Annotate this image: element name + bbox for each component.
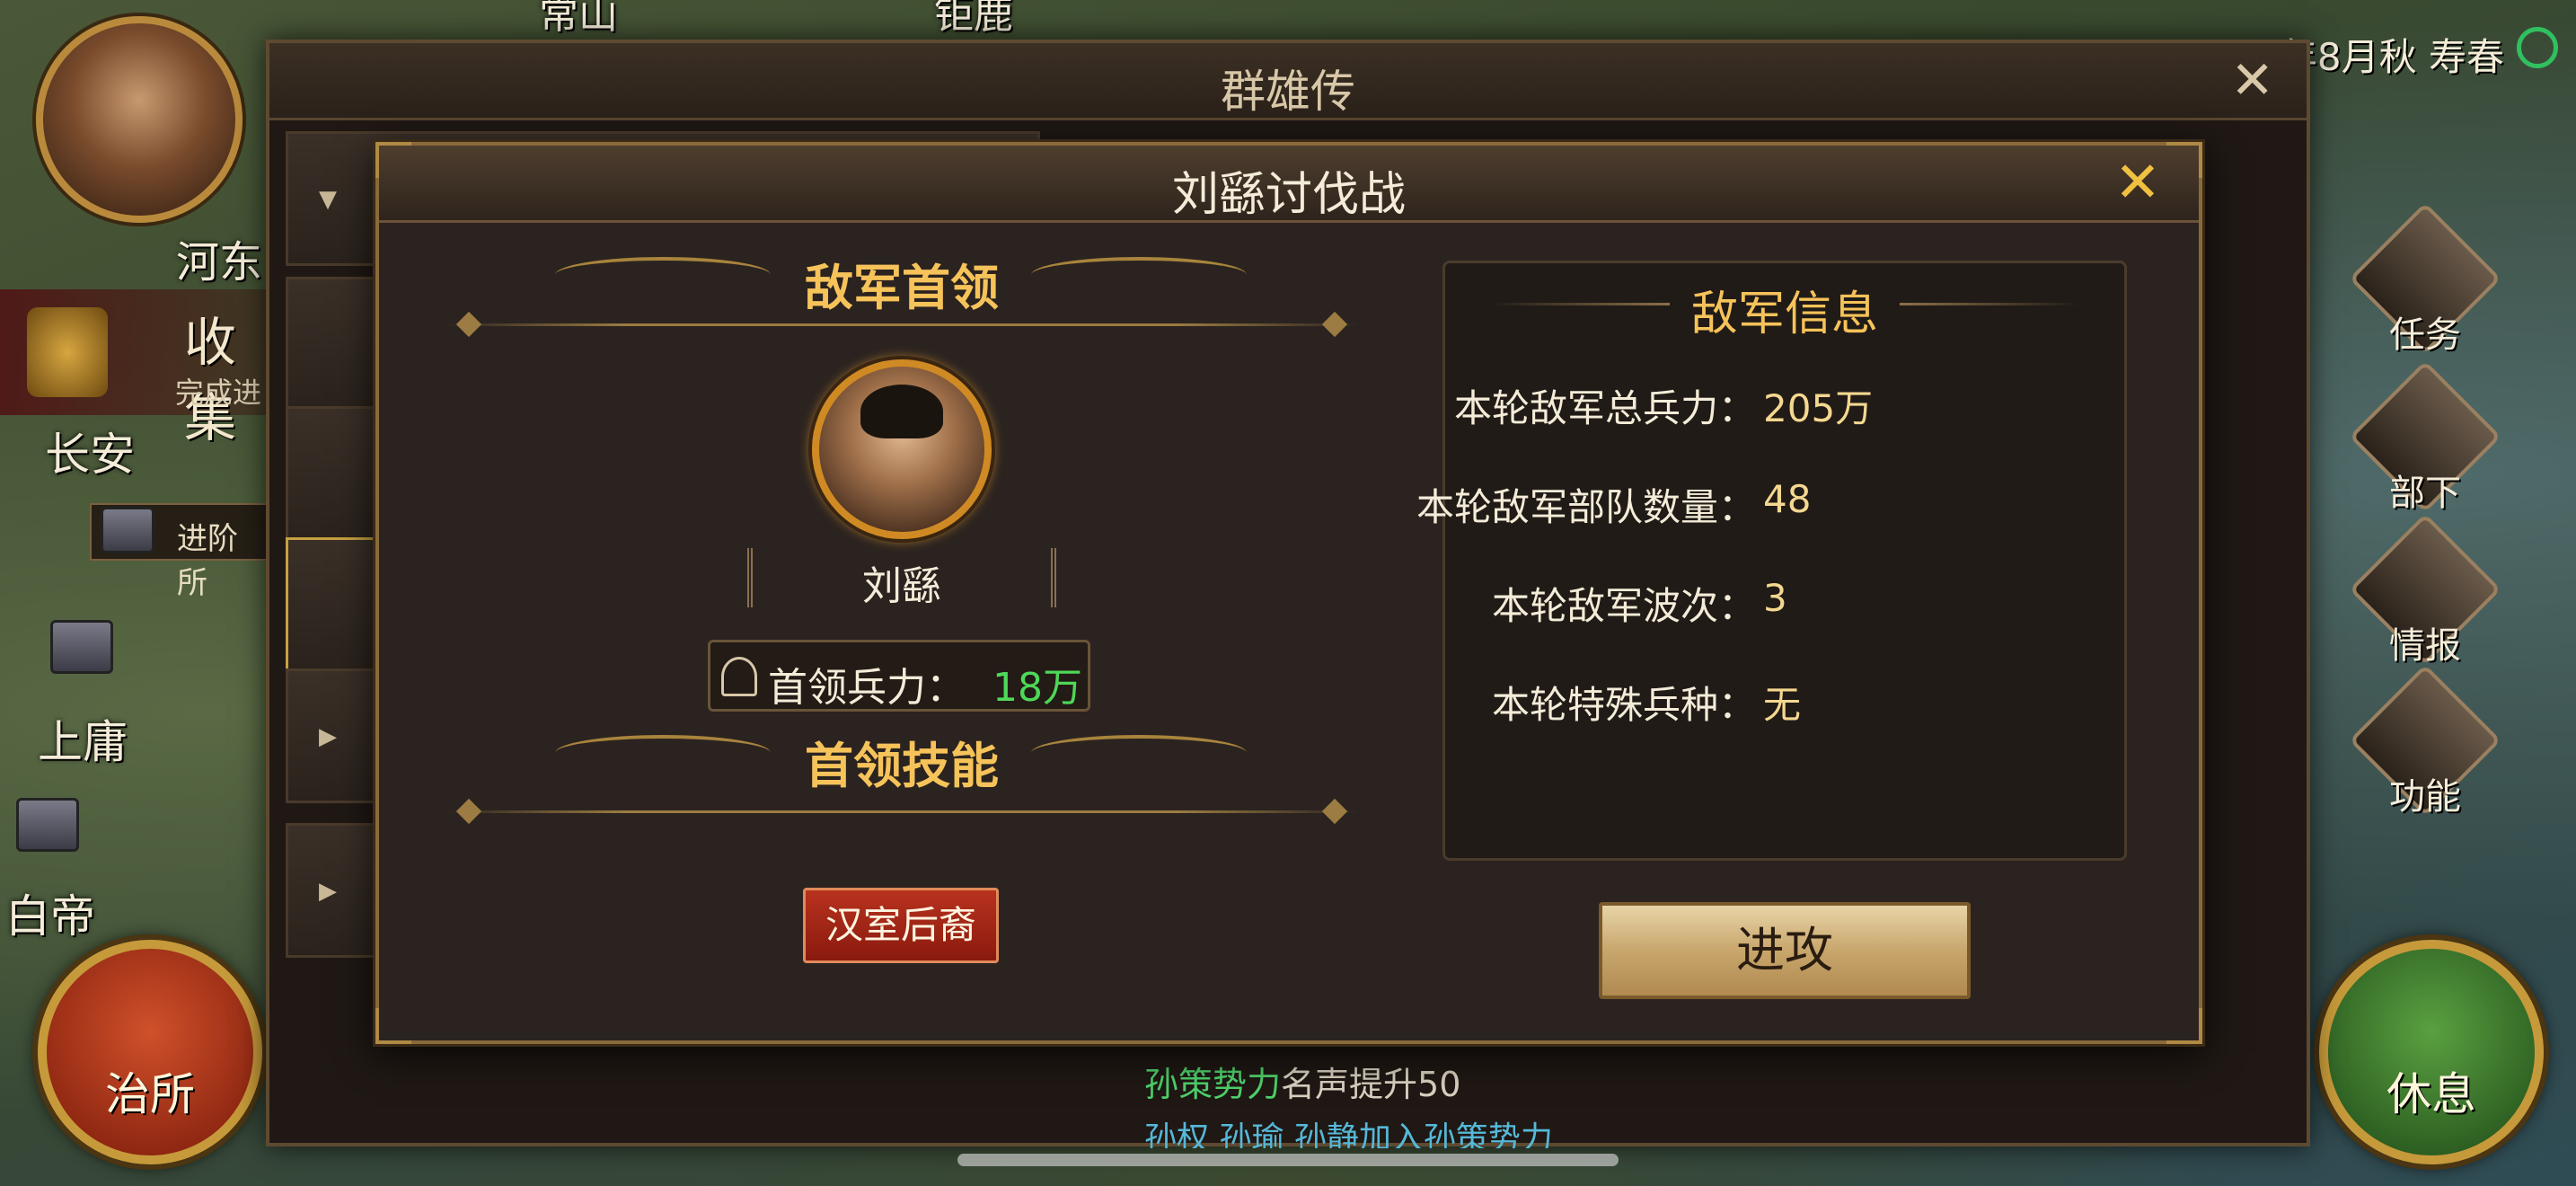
info-divider-right [1900, 303, 2079, 305]
dragon-ornament-left [555, 257, 771, 293]
skill-button[interactable]: 汉室后裔 [803, 888, 999, 963]
advance-tag[interactable]: 进阶所 [90, 503, 269, 601]
dragon-ornament-right [1031, 735, 1247, 771]
menu-tasks[interactable]: 任务 [2349, 202, 2501, 358]
skill-heading: 首领技能 [805, 738, 999, 794]
map-city-changshan[interactable]: 常山 [539, 0, 618, 40]
menu-tasks-label: 任务 [2389, 314, 2461, 356]
building-icon [101, 507, 154, 553]
info-row-waves: 本轮敌军波次： 3 [1445, 576, 2130, 630]
menu-functions[interactable]: 功能 [2349, 664, 2501, 819]
signal-icon [2517, 27, 2558, 68]
info-row-total-troops: 本轮敌军总兵力： 205万 [1445, 378, 2130, 432]
rest-button[interactable]: 休息 [2319, 940, 2544, 1164]
skill-divider [446, 810, 1358, 813]
corner-ornament [2166, 1008, 2202, 1044]
leader-power-value: 18万 [992, 665, 1082, 711]
attack-button[interactable]: 进攻 [1599, 902, 1971, 999]
quest-subtitle: 完成进 [175, 376, 262, 410]
event-message-2: 孙权 孙瑜 孙静加入孙策势力 [1144, 1120, 1553, 1148]
rest-label: 休息 [2386, 1068, 2476, 1120]
governance-button[interactable]: 治所 [38, 940, 262, 1164]
info-value: 205万 [1763, 386, 1874, 430]
chevron-right-icon: ▶ [319, 878, 337, 905]
menu-functions-label: 功能 [2389, 776, 2461, 818]
menu-subordinates[interactable]: 部下 [2349, 360, 2501, 516]
event-faction: 孙策势力 [1144, 1065, 1282, 1104]
governance-label: 治所 [105, 1068, 195, 1120]
map-city-shangyong[interactable]: 上庸 [38, 706, 128, 771]
enemy-info-heading: 敌军信息 [1690, 288, 1878, 341]
info-label: 本轮敌军波次： [1491, 584, 1756, 628]
enemy-info-box: 敌军信息 本轮敌军总兵力： 205万 本轮敌军部队数量： 48 本轮敌军波次： … [1416, 261, 2130, 861]
player-tag: 河东 [176, 237, 263, 288]
info-label: 本轮特殊兵种： [1491, 683, 1756, 727]
campaign-dialog: 刘繇讨伐战 ✕ 敌军首领 刘繇 首领兵力： 18万 首领技能 汉室后裔 敌军信息… [375, 142, 2202, 1044]
info-label: 本轮敌军部队数量： [1416, 485, 1756, 529]
info-value: 3 [1763, 576, 1787, 620]
leader-power-box: 首领兵力： 18万 [708, 640, 1090, 712]
info-value: 48 [1763, 477, 1812, 521]
soldier-icon [721, 657, 757, 696]
seal-icon [27, 307, 108, 397]
leader-power-label: 首领兵力： [768, 665, 966, 711]
home-indicator[interactable] [957, 1154, 1619, 1166]
dialog-header: 刘繇讨伐战 ✕ [379, 146, 2199, 223]
heroes-panel-header: 群雄传 ✕ [269, 43, 2307, 120]
leader-divider [446, 323, 1358, 326]
heroes-panel-close-icon[interactable]: ✕ [2230, 54, 2274, 106]
heroes-panel-title: 群雄传 [1221, 66, 1355, 118]
advance-label: 进阶所 [177, 521, 238, 601]
leader-heading: 敌军首领 [805, 260, 999, 316]
dragon-ornament-left [555, 735, 771, 771]
dragon-ornament-right [1031, 257, 1247, 293]
map-city-changan[interactable]: 长安 [45, 419, 135, 483]
map-city-julu[interactable]: 钜鹿 [934, 0, 1013, 40]
event-message: 孙策势力名声提升50 [1144, 1057, 1460, 1106]
info-label: 本轮敌军总兵力： [1453, 386, 1756, 430]
chevron-right-icon: ▶ [319, 723, 337, 750]
dialog-close-icon[interactable]: ✕ [2114, 155, 2161, 210]
menu-intel[interactable]: 情报 [2349, 513, 2501, 668]
leader-name-plate: 刘繇 [747, 548, 1056, 609]
map-city-baidi[interactable]: 白帝 [5, 881, 95, 945]
info-row-special-units: 本轮特殊兵种： 无 [1445, 675, 2130, 729]
info-row-unit-count: 本轮敌军部队数量： 48 [1416, 477, 2130, 531]
quest-tag[interactable]: 收集 完成进 [0, 289, 269, 448]
corner-ornament [375, 1008, 411, 1044]
menu-intel-label: 情报 [2389, 625, 2461, 667]
city-icon-shangyong[interactable] [50, 620, 113, 674]
event-text: 名声提升50 [1281, 1065, 1461, 1104]
chevron-down-icon: ▼ [319, 186, 337, 213]
info-value: 无 [1763, 683, 1802, 727]
menu-subordinates-label: 部下 [2389, 473, 2461, 514]
city-icon-baidi[interactable] [16, 798, 79, 852]
leader-portrait[interactable] [812, 359, 992, 539]
leader-name: 刘繇 [862, 563, 941, 609]
dialog-title: 刘繇讨伐战 [1171, 168, 1406, 222]
player-avatar[interactable] [36, 16, 243, 223]
